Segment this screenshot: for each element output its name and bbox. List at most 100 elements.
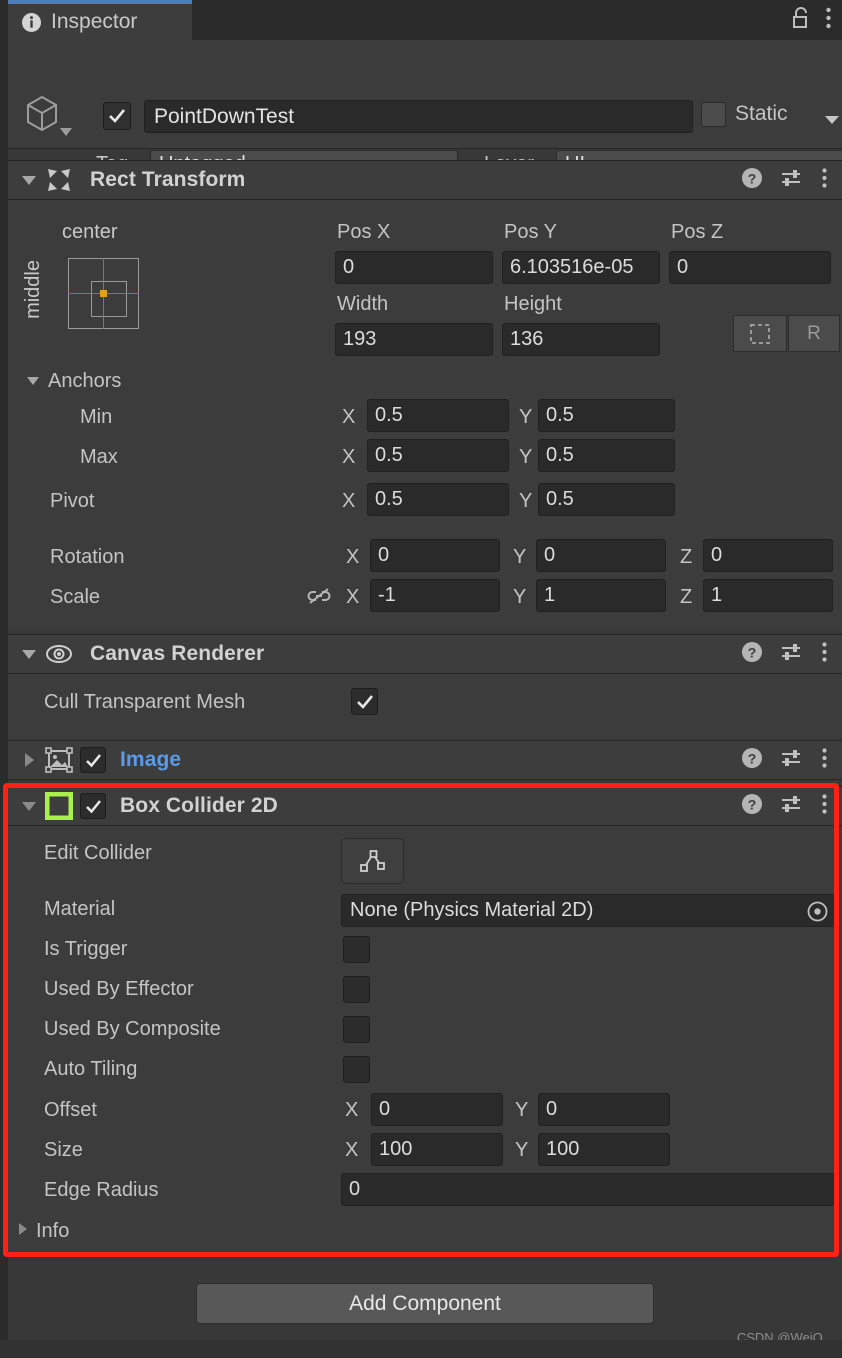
anchor-preset-horizontal-label: center <box>62 221 118 243</box>
component-header-box-collider-2d[interactable]: Box Collider 2D ? <box>8 786 842 826</box>
help-icon[interactable]: ? <box>741 793 763 820</box>
anchor-min-x-input[interactable]: 0.5 <box>367 399 509 432</box>
anchors-foldout[interactable]: Anchors <box>26 370 121 393</box>
foldout-triangle-right-icon[interactable] <box>16 752 42 768</box>
pivot-x-input[interactable]: 0.5 <box>367 483 509 516</box>
component-body-rect-transform: center middle Pos X Pos Y Pos Z 0 6.1035… <box>8 200 842 630</box>
preset-icon[interactable] <box>780 641 804 668</box>
cull-transparent-mesh-checkbox[interactable] <box>351 688 378 715</box>
used-by-effector-label: Used By Effector <box>44 978 194 1000</box>
blueprint-mode-button[interactable] <box>733 315 787 352</box>
pos-y-label: Pos Y <box>504 221 557 243</box>
pos-z-input[interactable]: 0 <box>669 251 831 284</box>
object-picker-icon[interactable] <box>805 899 830 930</box>
link-off-icon[interactable] <box>307 586 331 611</box>
pos-z-label: Pos Z <box>671 221 724 243</box>
material-object-field[interactable]: None (Physics Material 2D) <box>341 894 835 927</box>
cull-transparent-mesh-label: Cull Transparent Mesh <box>44 691 246 713</box>
anchor-preset-widget[interactable] <box>68 258 139 329</box>
foldout-triangle-down-icon[interactable] <box>16 801 42 812</box>
svg-text:?: ? <box>748 796 757 812</box>
scale-x-input[interactable]: -1 <box>370 579 500 612</box>
lock-open-icon[interactable] <box>791 6 811 35</box>
info-icon <box>21 12 42 33</box>
offset-x-input[interactable]: 0 <box>371 1093 503 1126</box>
size-y-input[interactable]: 100 <box>538 1133 670 1166</box>
scale-y-axis-label: Y <box>513 586 527 608</box>
auto-tiling-checkbox[interactable] <box>343 1056 370 1083</box>
rotation-z-axis-label: Z <box>680 546 693 568</box>
edge-radius-input[interactable]: 0 <box>341 1173 835 1206</box>
component-title: Canvas Renderer <box>90 642 265 665</box>
cube-icon[interactable] <box>22 92 80 140</box>
kebab-menu-icon[interactable] <box>821 641 828 668</box>
scale-y-input[interactable]: 1 <box>536 579 666 612</box>
kebab-menu-icon[interactable] <box>821 747 828 774</box>
help-icon[interactable]: ? <box>741 167 763 194</box>
help-icon[interactable]: ? <box>741 641 763 668</box>
anchor-max-x-input[interactable]: 0.5 <box>367 439 509 472</box>
add-component-button[interactable]: Add Component <box>196 1283 654 1324</box>
scale-z-axis-label: Z <box>680 586 693 608</box>
help-icon[interactable]: ? <box>741 747 763 774</box>
kebab-menu-icon[interactable] <box>825 6 832 35</box>
info-label: Info <box>36 1220 70 1242</box>
svg-text:?: ? <box>748 644 757 660</box>
scale-label: Scale <box>50 586 101 608</box>
rotation-y-axis-label: Y <box>513 546 527 568</box>
used-by-composite-checkbox[interactable] <box>343 1016 370 1043</box>
edge-radius-label: Edge Radius <box>44 1179 159 1201</box>
rotation-z-input[interactable]: 0 <box>703 539 833 572</box>
pos-x-label: Pos X <box>337 221 391 243</box>
anchor-max-y-input[interactable]: 0.5 <box>538 439 675 472</box>
scale-z-input[interactable]: 1 <box>703 579 833 612</box>
pos-x-input[interactable]: 0 <box>335 251 493 284</box>
component-header-canvas-renderer[interactable]: Canvas Renderer ? <box>8 634 842 674</box>
preset-icon[interactable] <box>780 793 804 820</box>
rotation-x-axis-label: X <box>346 546 360 568</box>
box-collider-2d-enabled-checkbox[interactable] <box>80 793 106 819</box>
image-enabled-checkbox[interactable] <box>80 747 106 773</box>
rotation-y-input[interactable]: 0 <box>536 539 666 572</box>
anchor-min-y-axis-label: Y <box>519 406 533 428</box>
eye-icon <box>42 642 76 666</box>
offset-y-input[interactable]: 0 <box>538 1093 670 1126</box>
rotation-x-input[interactable]: 0 <box>370 539 500 572</box>
foldout-triangle-down-icon[interactable] <box>16 175 42 186</box>
image-icon <box>42 747 76 773</box>
kebab-menu-icon[interactable] <box>821 167 828 194</box>
gameobject-enabled-checkbox[interactable] <box>103 102 131 130</box>
gameobject-name-input[interactable]: PointDownTest <box>144 100 693 133</box>
anchor-preset-vertical-label: middle <box>22 260 44 319</box>
pivot-y-input[interactable]: 0.5 <box>538 483 675 516</box>
edit-collider-button[interactable] <box>341 838 404 884</box>
static-checkbox[interactable] <box>701 102 726 127</box>
preset-icon[interactable] <box>780 167 804 194</box>
auto-tiling-label: Auto Tiling <box>44 1058 138 1080</box>
offset-y-axis-label: Y <box>515 1099 529 1121</box>
pos-y-input[interactable]: 6.103516e-05 <box>502 251 660 284</box>
anchor-min-y-input[interactable]: 0.5 <box>538 399 675 432</box>
component-header-image[interactable]: Image ? <box>8 740 842 780</box>
component-header-rect-transform[interactable]: Rect Transform ? <box>8 160 842 200</box>
info-foldout[interactable]: Info <box>18 1220 69 1243</box>
anchor-max-y-axis-label: Y <box>519 446 533 468</box>
rect-transform-icon <box>42 166 76 194</box>
svg-text:?: ? <box>748 170 757 186</box>
used-by-effector-checkbox[interactable] <box>343 976 370 1003</box>
bottom-bar <box>0 1340 842 1358</box>
tab-inspector[interactable]: Inspector <box>8 4 192 40</box>
preset-icon[interactable] <box>780 747 804 774</box>
gameobject-header: PointDownTest Static Tag Untagged Layer … <box>8 40 842 179</box>
kebab-menu-icon[interactable] <box>821 793 828 820</box>
scale-x-axis-label: X <box>346 586 360 608</box>
pivot-x-axis-label: X <box>342 490 356 512</box>
raw-edit-button[interactable]: R <box>788 315 840 352</box>
foldout-triangle-down-icon[interactable] <box>16 649 42 660</box>
static-dropdown-arrow[interactable] <box>824 112 840 130</box>
anchor-preset-inner-rect <box>91 281 127 317</box>
size-x-input[interactable]: 100 <box>371 1133 503 1166</box>
width-input[interactable]: 193 <box>335 323 493 356</box>
height-input[interactable]: 136 <box>502 323 660 356</box>
is-trigger-checkbox[interactable] <box>343 936 370 963</box>
